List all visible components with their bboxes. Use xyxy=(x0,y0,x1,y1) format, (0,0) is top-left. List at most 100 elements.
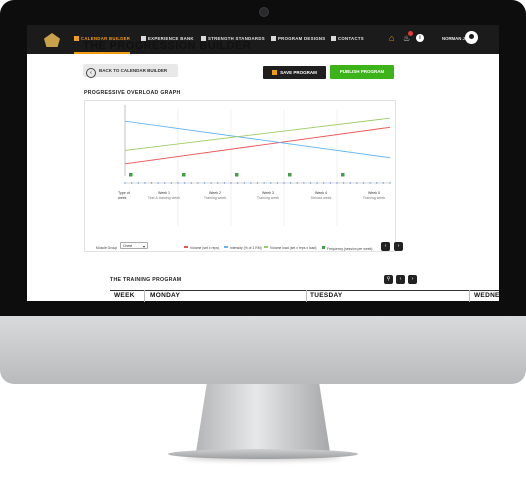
timeline-tick xyxy=(164,182,166,184)
timeline-tick xyxy=(283,182,285,184)
timeline-tick xyxy=(270,182,272,184)
notification-badge xyxy=(408,31,413,36)
frequency-marker-4 xyxy=(288,173,292,177)
timeline-tick xyxy=(190,182,192,184)
timeline-tick xyxy=(250,182,252,184)
timeline-tick xyxy=(316,182,318,184)
legend-swatch xyxy=(184,246,188,248)
arrow-left-icon: ‹ xyxy=(86,68,96,78)
timeline-tick xyxy=(144,182,146,184)
timeline-tick xyxy=(309,182,312,184)
timeline-tick xyxy=(223,182,226,184)
type-of-week-label: Type of week xyxy=(118,191,130,200)
progressive-overload-graph xyxy=(84,100,396,252)
timeline-tick xyxy=(349,182,351,184)
timeline-tick xyxy=(130,182,133,184)
user-name[interactable]: NORMAN J. xyxy=(442,36,466,41)
gear-icon xyxy=(271,36,276,41)
timeline-tick xyxy=(362,182,365,184)
week-5-label: Week 5 Training week xyxy=(362,191,386,200)
timeline-tick xyxy=(382,182,385,184)
column-header-monday: MONDAY xyxy=(150,292,181,299)
timeline-tick xyxy=(210,182,212,184)
training-table-header: WEEK MONDAY TUESDAY WEDNES xyxy=(110,290,504,311)
back-to-calendar-button[interactable]: ‹ BACK TO CALENDAR BUILDER xyxy=(83,64,178,78)
nav-program-designs[interactable]: PROGRAM DESIGNS xyxy=(271,36,325,46)
timeline-tick xyxy=(157,182,159,184)
column-header-wednesday: WEDNES xyxy=(474,292,505,299)
monitor-base xyxy=(168,449,358,459)
timeline-tick xyxy=(236,182,239,184)
legend-swatch xyxy=(322,246,325,249)
info-icon[interactable]: i xyxy=(416,34,424,42)
timeline-tick xyxy=(342,182,345,184)
timeline-tick xyxy=(137,182,139,184)
frequency-marker-5 xyxy=(341,173,345,177)
legend-swatch xyxy=(224,246,228,248)
timeline-tick xyxy=(276,182,279,184)
muscle-group-label: Muscle Group xyxy=(96,246,118,250)
graph-next-button[interactable]: › xyxy=(394,242,403,251)
nav-contacts[interactable]: CONTACTS xyxy=(331,36,364,46)
graph-prev-button[interactable]: ‹ xyxy=(381,242,390,251)
column-divider xyxy=(306,290,307,302)
muscle-group-select[interactable]: Chest xyxy=(120,242,148,250)
timeline-tick xyxy=(217,182,219,184)
week-4-label: Week 4 Deload week xyxy=(310,191,332,200)
column-divider xyxy=(469,290,470,302)
legend-frequency: Frequency (session per week) xyxy=(322,246,372,251)
week-2-label: Week 2 Training week xyxy=(203,191,227,200)
column-header-tuesday: TUESDAY xyxy=(310,292,343,299)
page-title: THE PROGRESSION BUILDER xyxy=(83,40,252,52)
timeline-tick xyxy=(170,182,173,184)
camera-icon xyxy=(259,7,269,17)
column-header-week: WEEK xyxy=(114,292,135,299)
legend-swatch xyxy=(264,246,268,248)
search-icon[interactable]: ⚲ xyxy=(384,275,393,284)
timeline-tick xyxy=(329,182,332,184)
week-3-label: Week 3 Training week xyxy=(256,191,280,200)
frequency-marker-1 xyxy=(129,173,133,177)
frequency-marker-3 xyxy=(235,173,239,177)
timeline-tick xyxy=(323,182,325,184)
publish-program-button[interactable]: PUBLISH PROGRAM xyxy=(330,65,394,79)
monitor-chin xyxy=(0,316,526,384)
contacts-icon xyxy=(331,36,336,41)
frequency-marker-2 xyxy=(182,173,186,177)
table-prev-button[interactable]: ‹ xyxy=(396,275,405,284)
table-next-button[interactable]: › xyxy=(408,275,417,284)
legend-volume: Volume (set x reps) xyxy=(184,246,219,250)
column-divider xyxy=(144,290,145,302)
series-line-2 xyxy=(124,120,391,159)
timeline-tick xyxy=(369,182,371,184)
timeline-tick xyxy=(356,182,358,184)
timeline-tick xyxy=(203,182,206,184)
timeline-tick xyxy=(230,182,232,184)
timeline-tick xyxy=(243,182,245,184)
legend-intensity: Intensity (% of 1 RM) xyxy=(224,246,262,250)
timeline-tick xyxy=(336,182,338,184)
brand-logo[interactable] xyxy=(44,33,60,47)
timeline-tick xyxy=(289,182,292,184)
timeline-tick xyxy=(197,182,199,184)
timeline-tick xyxy=(183,182,186,184)
timeline-tick xyxy=(263,182,265,184)
calendar-icon xyxy=(74,36,79,41)
training-section-title: THE TRAINING PROGRAM xyxy=(110,277,182,283)
graph-section-title: PROGRESSIVE OVERLOAD GRAPH xyxy=(84,90,181,96)
timeline-tick xyxy=(124,182,126,184)
avatar[interactable] xyxy=(465,31,478,44)
timeline-tick xyxy=(256,182,259,184)
week-1-label: Week 1 Test & training week xyxy=(147,191,181,200)
timeline-tick xyxy=(303,182,305,184)
chart-canvas xyxy=(124,105,391,226)
save-program-button[interactable]: SAVE PROGRAM xyxy=(263,66,326,79)
timeline-tick xyxy=(150,182,153,184)
timeline-tick xyxy=(389,182,391,184)
timeline-tick xyxy=(296,182,298,184)
save-icon xyxy=(272,70,278,75)
home-icon[interactable]: ⌂ xyxy=(389,34,398,43)
timeline-tick xyxy=(177,182,179,184)
legend-volume-load: Volume load (set x reps x load) xyxy=(264,246,317,250)
timeline-tick xyxy=(376,182,378,184)
